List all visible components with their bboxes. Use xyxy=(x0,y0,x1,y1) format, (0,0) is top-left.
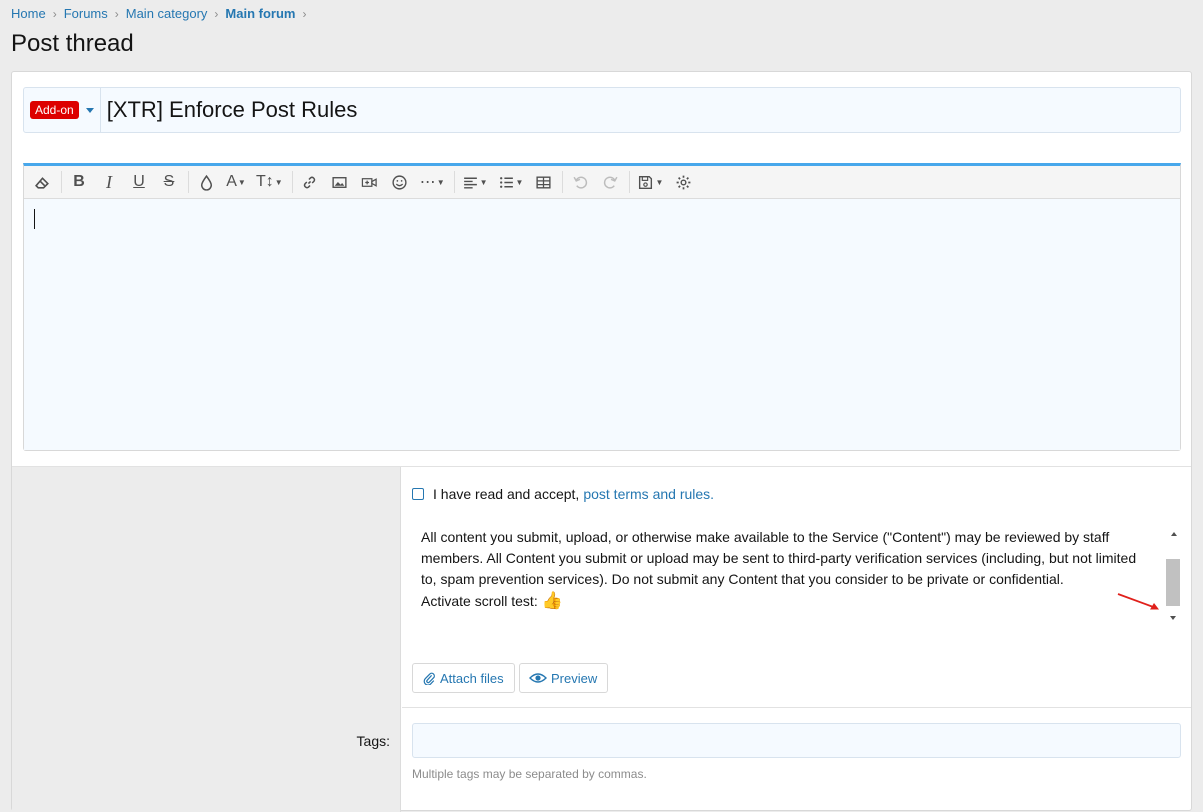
image-icon[interactable] xyxy=(327,169,353,195)
eraser-icon[interactable] xyxy=(29,169,55,195)
accept-rules-row[interactable]: I have read and accept, post terms and r… xyxy=(412,486,714,502)
scroll-test-label: Activate scroll test: xyxy=(421,593,538,609)
post-rules-link[interactable]: post terms and rules. xyxy=(583,486,714,502)
caret-down-icon: ▼ xyxy=(237,177,246,187)
thumbs-up-icon: 👍 xyxy=(541,591,563,610)
preview-label: Preview xyxy=(551,670,598,686)
strikethrough-icon[interactable]: S xyxy=(156,169,182,195)
align-icon[interactable]: ▼ xyxy=(459,169,491,195)
caret-down-icon: ▼ xyxy=(479,177,488,187)
font-size-glyph: T↕ xyxy=(256,173,274,190)
text-cursor xyxy=(34,209,35,229)
accept-rules-text: I have read and accept, xyxy=(433,486,580,502)
rules-scroll-box[interactable]: All content you submit, upload, or other… xyxy=(412,524,1180,634)
font-family-glyph: A xyxy=(226,173,237,190)
chevron-right-icon: › xyxy=(114,6,119,21)
scrollbar-thumb[interactable] xyxy=(1166,559,1180,606)
chevron-right-icon: › xyxy=(302,6,307,21)
table-icon[interactable] xyxy=(530,169,556,195)
breadcrumb: Home › Forums › Main category › Main for… xyxy=(11,6,313,21)
italic-icon[interactable]: I xyxy=(96,169,122,195)
undo-icon[interactable] xyxy=(567,169,593,195)
paperclip-icon xyxy=(423,672,435,685)
caret-down-icon: ▼ xyxy=(274,177,283,187)
list-icon[interactable]: ▼ xyxy=(495,169,527,195)
bold-icon[interactable]: B xyxy=(66,169,92,195)
toolbar-divider xyxy=(291,171,293,193)
rules-scrollbar[interactable] xyxy=(1166,524,1180,628)
caret-down-icon: ▼ xyxy=(515,177,524,187)
toolbar-divider xyxy=(188,171,189,193)
font-size-icon[interactable]: T↕ ▼ xyxy=(253,169,286,195)
caret-down-icon xyxy=(85,107,94,113)
annotation-arrow-icon xyxy=(1117,593,1159,610)
drafts-icon[interactable]: ▼ xyxy=(634,169,666,195)
form-lower-section: Tags: I have read and accept, post terms… xyxy=(12,466,1191,812)
toolbar-divider xyxy=(562,171,564,193)
form-label-column: Tags: xyxy=(12,467,401,812)
chevron-right-icon: › xyxy=(52,6,57,21)
caret-down-icon: ▼ xyxy=(436,177,445,187)
tags-input[interactable] xyxy=(412,723,1181,758)
rules-scroll-test-line: Activate scroll test: 👍 xyxy=(421,590,1143,612)
page-title: Post thread xyxy=(11,30,134,57)
scroll-down-arrow-icon[interactable] xyxy=(1170,616,1176,620)
chevron-right-icon: › xyxy=(214,6,219,21)
prefix-badge: Add-on xyxy=(30,101,79,119)
breadcrumb-forums[interactable]: Forums xyxy=(64,6,108,21)
eye-icon xyxy=(529,673,547,683)
color-drop-icon[interactable] xyxy=(193,169,219,195)
breadcrumb-main-forum[interactable]: Main forum xyxy=(225,6,295,21)
redo-icon[interactable] xyxy=(597,169,623,195)
smilie-icon[interactable] xyxy=(387,169,413,195)
form-input-column: I have read and accept, post terms and r… xyxy=(402,467,1191,812)
tags-hint: Multiple tags may be separated by commas… xyxy=(412,767,647,781)
preview-button[interactable]: Preview xyxy=(519,663,609,693)
accept-rules-checkbox[interactable] xyxy=(412,488,424,500)
rich-text-editor: B I U S A ▼ T↕ ▼ ⋯ ▼ ▼ ▼ ▼ xyxy=(23,163,1181,451)
breadcrumb-home[interactable]: Home xyxy=(11,6,46,21)
thread-title-input[interactable] xyxy=(100,88,1180,132)
toolbar-divider xyxy=(629,171,631,193)
rules-paragraph: All content you submit, upload, or other… xyxy=(421,529,1137,587)
editor-toolbar: B I U S A ▼ T↕ ▼ ⋯ ▼ ▼ ▼ ▼ xyxy=(24,166,1180,199)
scroll-up-arrow-icon[interactable] xyxy=(1170,532,1177,536)
caret-down-icon: ▼ xyxy=(655,177,664,187)
underline-icon[interactable]: U xyxy=(126,169,152,195)
settings-icon[interactable] xyxy=(670,169,696,195)
tags-label: Tags: xyxy=(356,733,390,749)
attach-files-button[interactable]: Attach files xyxy=(412,663,515,693)
prefix-selector[interactable]: Add-on xyxy=(24,88,101,132)
rules-text: All content you submit, upload, or other… xyxy=(421,527,1143,612)
editor-content-area[interactable] xyxy=(24,199,1180,450)
toolbar-divider xyxy=(61,171,62,193)
font-family-icon[interactable]: A ▼ xyxy=(223,169,249,195)
thread-title-row: Add-on xyxy=(23,87,1181,133)
attach-files-label: Attach files xyxy=(440,670,504,686)
media-icon[interactable] xyxy=(357,169,383,195)
post-thread-form: Add-on B I U S A▼ T↕▼ xyxy=(11,71,1192,812)
toolbar-divider xyxy=(453,171,455,193)
more-glyph: ⋯ xyxy=(419,174,436,191)
section-divider xyxy=(402,707,1191,708)
more-icon[interactable]: ⋯ ▼ xyxy=(417,169,448,195)
link-icon[interactable] xyxy=(297,169,323,195)
breadcrumb-main-category[interactable]: Main category xyxy=(126,6,208,21)
